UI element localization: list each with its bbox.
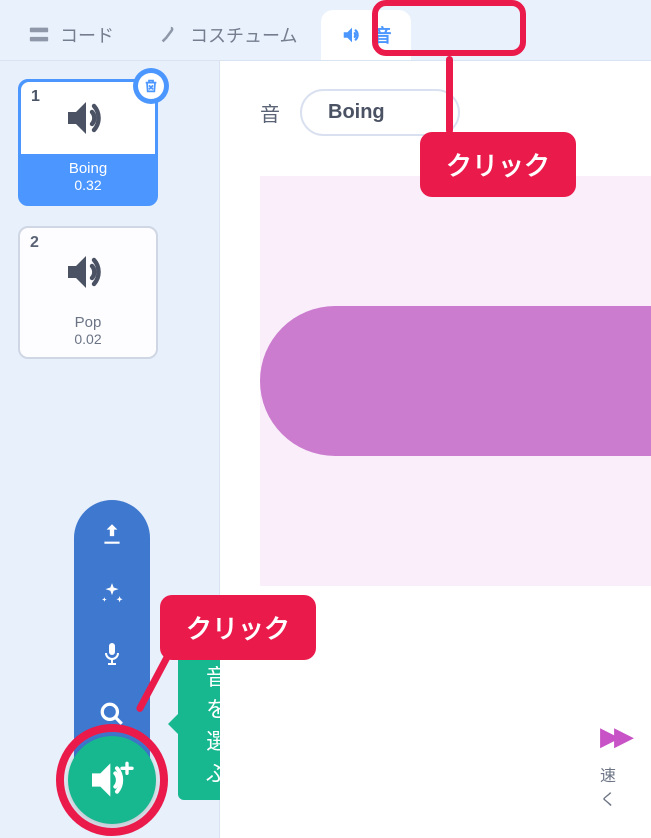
trash-icon — [143, 78, 159, 94]
fast-forward-icon: ▶▶ — [600, 721, 628, 752]
record-sound-button[interactable] — [98, 640, 126, 668]
sound-index: 1 — [31, 88, 40, 106]
sound-tile-selected[interactable]: 1 Boing 0.32 — [18, 79, 158, 206]
tabs-bar: コード コスチューム 音 — [0, 0, 651, 60]
tab-code-label: コード — [60, 22, 114, 48]
search-sound-button[interactable] — [98, 700, 126, 728]
sound-name: Boing — [21, 160, 155, 177]
sound-duration: 0.32 — [21, 177, 155, 193]
surprise-sound-button[interactable] — [98, 580, 126, 608]
sound-name: Pop — [20, 314, 156, 331]
upload-sound-button[interactable] — [98, 520, 126, 548]
sound-name-input[interactable]: Boing — [300, 89, 460, 136]
tab-costumes[interactable]: コスチューム — [138, 10, 317, 60]
add-sound-fab[interactable] — [68, 736, 156, 824]
speaker-plus-icon — [87, 758, 137, 802]
tab-sounds[interactable]: 音 — [321, 10, 411, 60]
tab-costumes-label: コスチューム — [190, 22, 297, 48]
sparkle-icon — [99, 581, 125, 607]
waveform-area[interactable] — [260, 176, 651, 586]
sounds-sidebar: 1 Boing 0.32 2 Pop 0.02 — [0, 61, 220, 838]
speaker-icon — [341, 24, 363, 46]
blocks-icon — [28, 24, 50, 46]
delete-sound-button[interactable] — [133, 68, 169, 104]
annotation-callout-top: クリック — [420, 132, 576, 197]
microphone-icon — [100, 641, 124, 667]
tab-code[interactable]: コード — [8, 10, 134, 60]
faster-button[interactable]: ▶▶ 速く — [600, 721, 628, 810]
sound-index: 2 — [30, 234, 39, 252]
brush-icon — [158, 24, 180, 46]
speaker-icon — [64, 98, 112, 138]
speaker-icon — [64, 252, 112, 292]
upload-icon — [99, 521, 125, 547]
faster-label: 速く — [600, 762, 628, 810]
annotation-callout-fab: クリック — [160, 595, 316, 660]
speed-controls: ▶▶ 速く ◀◀ 遅く — [600, 721, 651, 810]
sound-label: 音 — [260, 98, 280, 127]
search-icon — [99, 701, 125, 727]
sound-duration: 0.02 — [20, 331, 156, 347]
sound-tile[interactable]: 2 Pop 0.02 — [18, 226, 158, 359]
sound-thumb — [20, 236, 156, 308]
waveform-shape — [260, 306, 651, 456]
tab-sounds-label: 音 — [373, 22, 391, 48]
